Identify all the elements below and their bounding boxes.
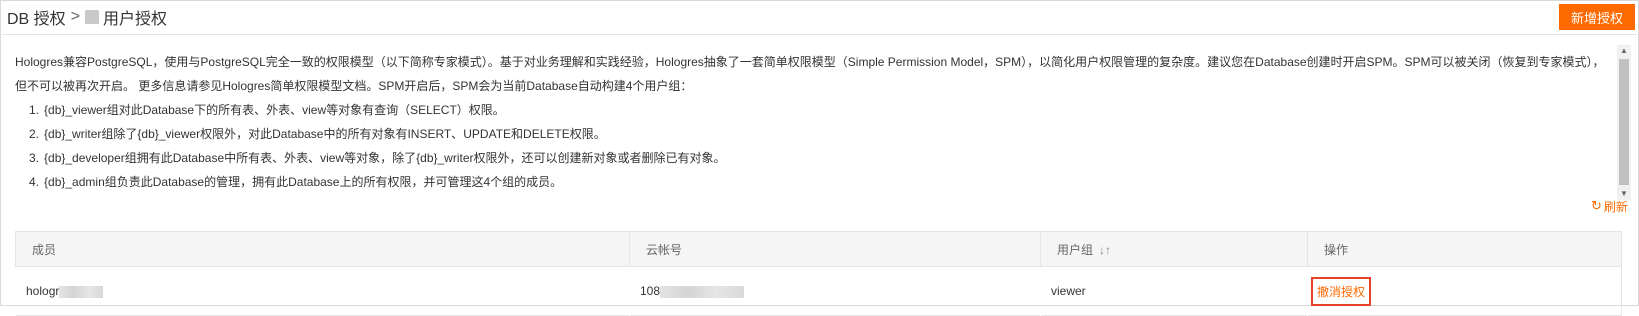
revoke-authorization-link[interactable]: 撤消授权 (1311, 276, 1372, 306)
breadcrumb-separator: > (70, 8, 81, 25)
refresh-label: 刷新 (1603, 199, 1628, 214)
action-cell: 撤消授权 (1307, 266, 1622, 316)
header-divider (0, 34, 1637, 35)
refresh-icon: ↻ (1591, 198, 1602, 213)
group-cell: viewer (1040, 266, 1308, 316)
list-item: 3. {db}_developer组拥有此Database中所有表、外表、view… (29, 151, 726, 165)
description-intro: Hologres兼容PostgreSQL，使用与PostgreSQL完全一致的权… (15, 55, 1605, 93)
refresh-button[interactable]: ↻ 刷新 (1591, 197, 1628, 215)
column-header-account: 云帐号 (629, 231, 1041, 267)
spm-description: Hologres兼容PostgreSQL，使用与PostgreSQL完全一致的权… (15, 50, 1610, 202)
table-row: hologr 108 viewer 撤消授权 (15, 266, 1622, 316)
breadcrumb-root[interactable]: DB 授权 (7, 5, 66, 29)
user-group-list: 1. {db}_viewer组对此Database下的所有表、外表、view等对象… (15, 98, 1610, 194)
breadcrumb: DB 授权 > 用户授权 (7, 5, 167, 29)
account-cell: 108 (629, 266, 1041, 316)
new-authorization-button[interactable]: 新增授权 (1559, 4, 1635, 30)
sort-icon[interactable]: ↓↑ (1099, 243, 1111, 257)
breadcrumb-current: 用户授权 (103, 11, 168, 28)
masked-text (85, 10, 100, 24)
column-header-group[interactable]: 用户组 ↓↑ (1040, 231, 1308, 267)
masked-text (660, 285, 745, 298)
scroll-up-icon[interactable]: ▲ (1617, 45, 1631, 57)
column-header-action: 操作 (1307, 231, 1622, 267)
column-header-member: 成员 (15, 231, 630, 267)
member-cell: hologr (15, 266, 630, 316)
list-item: 1. {db}_viewer组对此Database下的所有表、外表、view等对象… (29, 103, 505, 117)
table-header-row: 成员 云帐号 用户组 ↓↑ 操作 (15, 231, 1622, 267)
list-item: 2. {db}_writer组除了{db}_viewer权限外，对此Databas… (29, 127, 606, 141)
masked-text (59, 285, 104, 298)
user-authorization-table: 成员 云帐号 用户组 ↓↑ 操作 hologr 108 viewer 撤消授权 (15, 231, 1622, 316)
list-item: 4. {db}_admin组负责此Database的管理，拥有此Database上… (29, 175, 563, 189)
scrollbar-thumb[interactable] (1619, 59, 1629, 185)
description-scrollbar[interactable]: ▲ ▼ (1617, 45, 1631, 200)
